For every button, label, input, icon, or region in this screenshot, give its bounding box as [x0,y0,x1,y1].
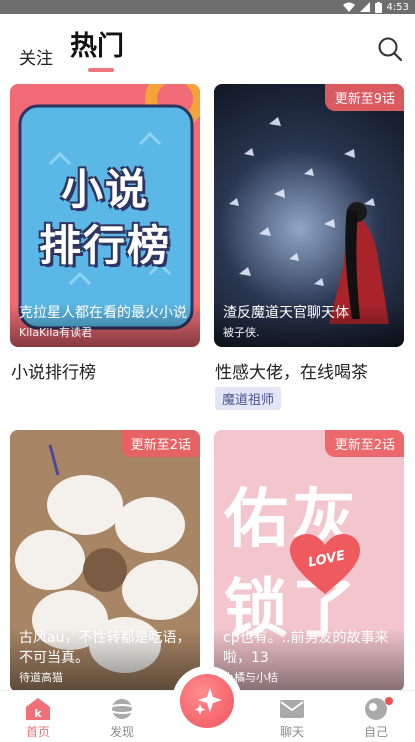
battery-icon [374,1,382,13]
card-caption[interactable]: 性感大佬，在线喝茶 [215,358,368,383]
signal-icon [359,2,370,12]
card-overlay: 克拉星人都在看的最火小说 KilaKila有读君 [10,303,200,347]
nav-chat-label: 聊天 [279,725,304,739]
status-bar: 4:53 [0,0,415,14]
svg-text:k: k [34,707,42,720]
nav-home-label: 首页 [25,725,50,739]
wifi-icon [342,2,355,12]
card-overlay: 古风au，不性转都是吃语，不可当真。 待道高猫 [10,628,200,692]
card-author: 被子侠. [223,326,260,339]
create-button[interactable] [176,670,238,732]
update-badge: 更新至9话 [324,84,404,111]
status-time: 4:53 [386,1,409,13]
home-icon: k [26,698,50,720]
card-cover: 佑灰 锁了 LOVE 更新至2话 cp也有。..前男友的故事来啦，13 小橘与小… [214,430,404,692]
card-author: 待道高猫 [19,671,63,684]
active-tab-indicator [88,68,114,72]
update-badge: 更新至2话 [324,430,404,457]
cover-title-line2: 排行榜 [38,221,171,270]
search-icon[interactable] [377,36,403,62]
planet-icon [109,699,135,719]
card-bunnies[interactable]: 更新至2话 古风au，不性转都是吃语，不可当真。 待道高猫 [10,430,200,692]
card-overlay: cp也有。..前男友的故事来啦，13 小橘与小桔 [214,628,404,692]
card-cover: 更新至9话 渣反魔道天官聊天体 被子侠. [214,84,404,347]
topic-tag[interactable]: 魔道祖师 [215,387,282,410]
card-cover: 小说 排行榜 克拉星人都在看的最火小说 KilaKila有读君 [10,84,200,347]
sparkle-icon [194,688,222,715]
cover-title-line1: 小说 [60,165,149,214]
card-title: 克拉星人都在看的最火小说 [19,305,187,321]
mail-icon [280,700,304,718]
card-title: cp也有。..前男友的故事来啦，13 [223,630,389,666]
card-cover: 更新至2话 古风au，不性转都是吃语，不可当真。 待道高猫 [10,430,200,692]
tab-hot[interactable]: 热门 [70,24,124,63]
create-button-face [180,674,234,728]
nav-discover[interactable]: 发现 [92,697,152,740]
card-mdzs-chat[interactable]: 更新至9话 渣反魔道天官聊天体 被子侠. [214,84,404,347]
card-caption[interactable]: 小说排行榜 [11,358,96,383]
card-author: 小橘与小桔 [223,671,278,684]
nav-me-label: 自己 [363,725,388,739]
nav-chat[interactable]: 聊天 [262,697,322,740]
nav-home[interactable]: k 首页 [8,697,68,740]
card-overlay: 渣反魔道天官聊天体 被子侠. [214,303,404,347]
nav-me[interactable]: 自己 [346,697,406,740]
nav-discover-label: 发现 [109,725,134,739]
card-locked[interactable]: 佑灰 锁了 LOVE 更新至2话 cp也有。..前男友的故事来啦，13 小橘与小… [214,430,404,692]
card-title: 渣反魔道天官聊天体 [223,305,349,321]
card-title: 古风au，不性转都是吃语，不可当真。 [19,630,191,666]
top-tabs: 关注 热门 [0,14,415,80]
tab-follow[interactable]: 关注 [19,44,53,69]
notification-dot [385,697,393,705]
update-badge: 更新至2话 [120,430,200,457]
card-novel-ranking[interactable]: 小说 排行榜 克拉星人都在看的最火小说 KilaKila有读君 [10,84,200,347]
card-author: KilaKila有读君 [19,326,93,339]
